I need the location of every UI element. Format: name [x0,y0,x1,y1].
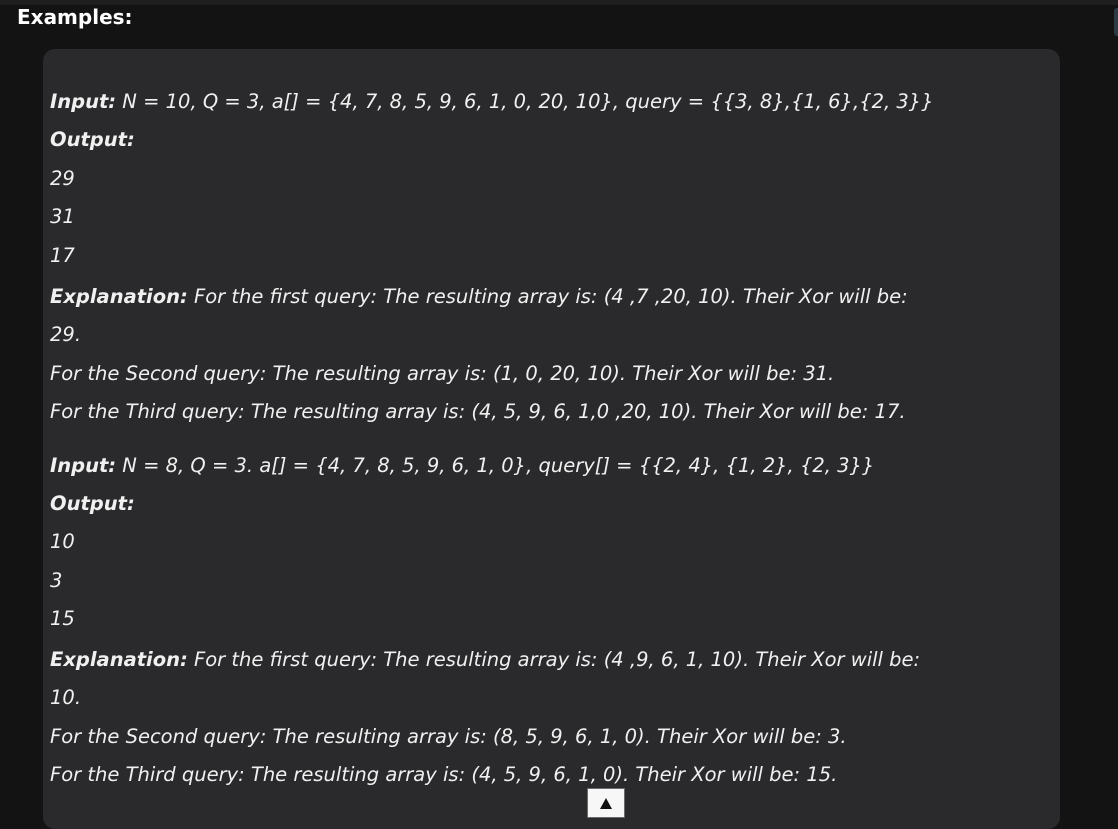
example-2-output-label: Output: [50,491,135,517]
example-2-explanation: Explanation: For the first query: The re… [50,647,920,673]
input-label: Input: [50,90,117,113]
example-1-input: Input: N = 10, Q = 3, a[] = {4, 7, 8, 5,… [50,89,934,115]
output-label: Output: [50,492,135,515]
example-1-output-value: 31 [50,205,75,228]
example-2-output-value: 10 [50,530,75,553]
input-text: N = 8, Q = 3. a[] = {4, 7, 8, 5, 9, 6, 1… [116,454,875,477]
explanation-text: For the first query: The resulting array… [187,648,921,671]
example-2-explanation-line: For the Third query: The resulting array… [50,763,838,786]
example-2-explanation-line: 10. [50,686,82,709]
scroll-to-top-button[interactable] [587,788,625,818]
example-1-explanation-line: For the Second query: The resulting arra… [50,362,835,385]
example-2-input: Input: N = 8, Q = 3. a[] = {4, 7, 8, 5, … [50,453,874,479]
example-2-output-value: 3 [50,569,63,592]
explanation-text: For the first query: The resulting array… [187,285,908,308]
example-2-explanation-line: For the Second query: The resulting arra… [50,725,847,748]
output-label: Output: [50,128,135,151]
examples-heading: Examples: [17,5,133,29]
explanation-label: Explanation: [50,648,188,671]
example-1-explanation-line: 29. [50,323,82,346]
input-text: N = 10, Q = 3, a[] = {4, 7, 8, 5, 9, 6, … [116,90,934,113]
example-2-output-value: 15 [50,607,75,630]
example-1-output-value: 29 [50,167,75,190]
example-1-explanation-line: For the Third query: The resulting array… [50,400,906,423]
example-1-output-label: Output: [50,127,135,153]
example-1-output-value: 17 [50,244,75,267]
explanation-label: Explanation: [50,285,188,308]
examples-card [43,49,1060,829]
chevron-up-icon [600,798,612,809]
top-border [0,0,1118,5]
example-1-explanation: Explanation: For the first query: The re… [50,284,908,310]
input-label: Input: [50,454,117,477]
side-tab[interactable] [1114,8,1118,36]
